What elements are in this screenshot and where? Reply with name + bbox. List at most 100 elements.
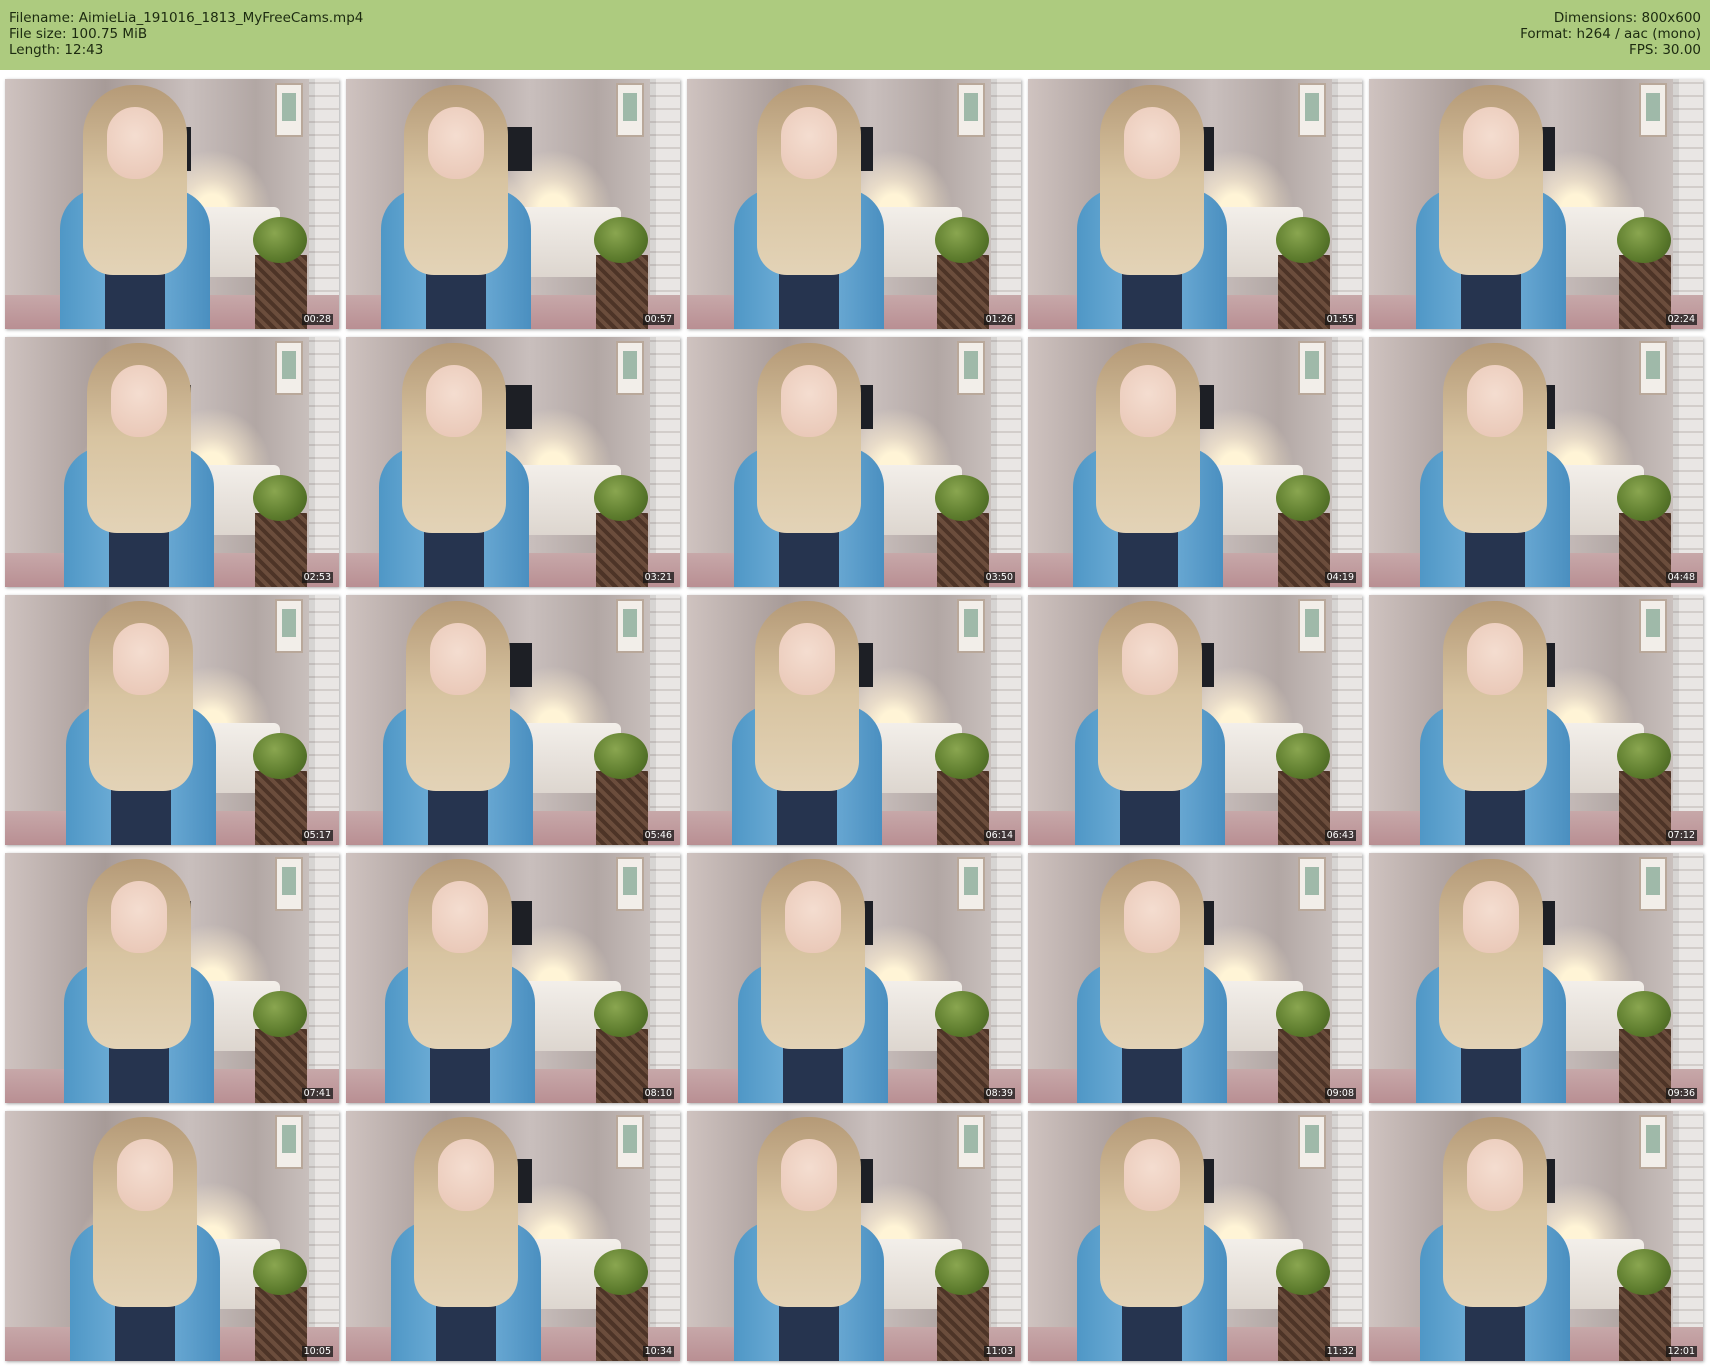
video-thumbnail: 03:50	[687, 337, 1021, 587]
person-face	[1463, 107, 1519, 179]
person-figure	[687, 337, 1021, 587]
thumbnail-timestamp: 06:14	[983, 830, 1015, 841]
person-figure	[1369, 1111, 1703, 1361]
person-figure	[346, 1111, 680, 1361]
video-thumbnail: 07:12	[1369, 595, 1703, 845]
video-thumbnail: 02:24	[1369, 79, 1703, 329]
thumbnail-timestamp: 05:17	[301, 830, 333, 841]
person-figure	[5, 853, 339, 1103]
person-face	[107, 107, 163, 179]
thumbnail-timestamp: 11:32	[1324, 1346, 1356, 1357]
thumbnail-timestamp: 02:53	[301, 572, 333, 583]
person-face	[111, 881, 167, 953]
person-figure	[1028, 1111, 1362, 1361]
thumbnail-timestamp: 04:48	[1665, 572, 1697, 583]
video-thumbnail: 10:05	[5, 1111, 339, 1361]
person-face	[1120, 365, 1176, 437]
thumbnail-timestamp: 07:12	[1665, 830, 1697, 841]
person-face	[113, 623, 169, 695]
thumbnail-timestamp: 06:43	[1324, 830, 1356, 841]
person-face	[1124, 881, 1180, 953]
person-face	[785, 881, 841, 953]
person-figure	[1369, 853, 1703, 1103]
person-face	[1467, 365, 1523, 437]
person-figure	[5, 79, 339, 329]
thumbnail-timestamp: 10:05	[301, 1346, 333, 1357]
person-face	[430, 623, 486, 695]
video-thumbnail: 09:08	[1028, 853, 1362, 1103]
person-figure	[1369, 595, 1703, 845]
thumbnail-timestamp: 08:39	[983, 1088, 1015, 1099]
thumbnail-timestamp: 04:19	[1324, 572, 1356, 583]
thumbnail-timestamp: 01:26	[983, 314, 1015, 325]
person-figure	[5, 1111, 339, 1361]
person-face	[779, 623, 835, 695]
video-thumbnail: 05:17	[5, 595, 339, 845]
video-thumbnail: 10:34	[346, 1111, 680, 1361]
person-figure	[687, 1111, 1021, 1361]
thumbnail-timestamp: 05:46	[642, 830, 674, 841]
thumbnail-timestamp: 09:36	[1665, 1088, 1697, 1099]
person-figure	[687, 595, 1021, 845]
person-figure	[346, 595, 680, 845]
person-figure	[1369, 337, 1703, 587]
person-face	[438, 1139, 494, 1211]
thumbnail-timestamp: 00:57	[642, 314, 674, 325]
person-face	[428, 107, 484, 179]
video-thumbnail: 00:28	[5, 79, 339, 329]
video-thumbnail: 01:55	[1028, 79, 1362, 329]
person-face	[1463, 881, 1519, 953]
video-thumbnail: 00:57	[346, 79, 680, 329]
thumbnail-timestamp: 09:08	[1324, 1088, 1356, 1099]
thumbnail-timestamp: 11:03	[983, 1346, 1015, 1357]
video-thumbnail: 07:41	[5, 853, 339, 1103]
person-face	[1124, 107, 1180, 179]
thumbnail-timestamp: 03:50	[983, 572, 1015, 583]
person-face	[1124, 1139, 1180, 1211]
thumbnail-timestamp: 12:01	[1665, 1346, 1697, 1357]
person-face	[1467, 623, 1523, 695]
video-thumbnail: 08:10	[346, 853, 680, 1103]
person-face	[426, 365, 482, 437]
person-face	[117, 1139, 173, 1211]
video-thumbnail: 11:03	[687, 1111, 1021, 1361]
person-figure	[1028, 79, 1362, 329]
person-face	[781, 365, 837, 437]
video-thumbnail: 11:32	[1028, 1111, 1362, 1361]
person-figure	[687, 79, 1021, 329]
person-face	[1467, 1139, 1523, 1211]
person-face	[1122, 623, 1178, 695]
video-thumbnail: 08:39	[687, 853, 1021, 1103]
thumbnail-timestamp: 00:28	[301, 314, 333, 325]
person-face	[781, 1139, 837, 1211]
thumbnail-timestamp: 01:55	[1324, 314, 1356, 325]
person-figure	[5, 337, 339, 587]
person-face	[781, 107, 837, 179]
video-thumbnail: 02:53	[5, 337, 339, 587]
video-thumbnail: 06:14	[687, 595, 1021, 845]
person-figure	[346, 337, 680, 587]
person-figure	[1028, 853, 1362, 1103]
person-figure	[1028, 337, 1362, 587]
video-thumbnail: 09:36	[1369, 853, 1703, 1103]
video-thumbnail: 05:46	[346, 595, 680, 845]
thumbnail-timestamp: 03:21	[642, 572, 674, 583]
thumbnail-timestamp: 10:34	[642, 1346, 674, 1357]
video-thumbnail: 12:01	[1369, 1111, 1703, 1361]
video-thumbnail: 04:48	[1369, 337, 1703, 587]
thumbnail-timestamp: 08:10	[642, 1088, 674, 1099]
video-thumbnail: 01:26	[687, 79, 1021, 329]
person-face	[111, 365, 167, 437]
person-face	[432, 881, 488, 953]
person-figure	[5, 595, 339, 845]
person-figure	[1369, 79, 1703, 329]
person-figure	[346, 853, 680, 1103]
thumbnail-timestamp: 02:24	[1665, 314, 1697, 325]
person-figure	[346, 79, 680, 329]
video-thumbnail: 04:19	[1028, 337, 1362, 587]
video-thumbnail: 03:21	[346, 337, 680, 587]
person-figure	[687, 853, 1021, 1103]
thumbnail-timestamp: 07:41	[301, 1088, 333, 1099]
video-thumbnail: 06:43	[1028, 595, 1362, 845]
thumbnail-grid: 00:28 00:57 01:26 01:55 02:24 02:53 03:21 03:50…	[0, 0, 1710, 1370]
